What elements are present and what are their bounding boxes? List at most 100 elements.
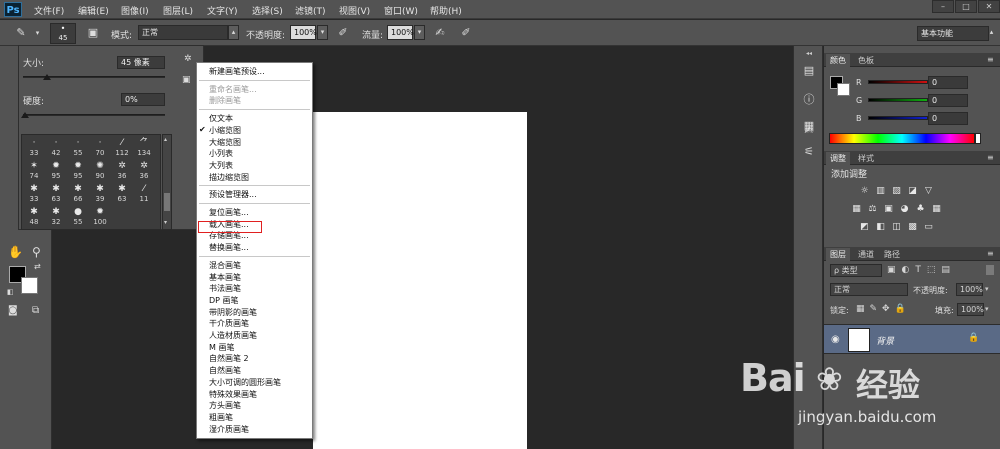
color-bg-swatch[interactable] bbox=[837, 83, 850, 96]
adjustment-icon[interactable]: ▨ bbox=[890, 186, 903, 197]
tab-swatches[interactable]: 色板 bbox=[854, 54, 878, 67]
brush-preset-item[interactable]: ✱ 66 bbox=[68, 183, 88, 205]
menu-item[interactable]: 重命名画笔... bbox=[209, 84, 257, 95]
panel-menu-icon[interactable]: ≡ bbox=[987, 153, 994, 162]
brush-tool-icon[interactable]: ✎ bbox=[12, 24, 30, 42]
brush-preset-item[interactable]: ✹ 100 bbox=[90, 206, 110, 228]
airbrush-icon[interactable]: ✍ bbox=[431, 24, 449, 42]
brush-preset-picker[interactable]: • 45 bbox=[50, 23, 76, 44]
tab-layers[interactable]: 图层 bbox=[826, 248, 850, 261]
menu-item[interactable]: M 画笔 bbox=[209, 342, 234, 353]
history-panel-icon[interactable]: ▤ bbox=[801, 64, 817, 78]
menu-window[interactable]: 窗口(W) bbox=[384, 4, 418, 17]
info-panel-icon[interactable]: ⓘ bbox=[801, 93, 817, 107]
brush-preset-item[interactable]: · 55 bbox=[68, 137, 88, 159]
clone-source-panel-icon[interactable]: ⚟ bbox=[801, 145, 817, 159]
hardness-input[interactable]: 0% bbox=[121, 93, 165, 106]
tab-styles[interactable]: 样式 bbox=[854, 152, 878, 165]
fill-input[interactable]: 100% bbox=[957, 303, 984, 316]
adjustment-icon[interactable]: ◧ bbox=[874, 222, 887, 233]
filter-toggle[interactable] bbox=[986, 265, 994, 275]
brush-preset-item[interactable]: ✶ 74 bbox=[24, 160, 44, 182]
new-preset-icon[interactable]: ▣ bbox=[182, 75, 191, 85]
adjustment-icon[interactable]: ▥ bbox=[874, 186, 887, 197]
brush-panel-toggle-icon[interactable]: ▣ bbox=[84, 24, 102, 42]
adjustment-icon[interactable]: ▦ bbox=[930, 204, 943, 215]
adjustment-icon[interactable]: ▦ bbox=[850, 204, 863, 215]
gear-icon[interactable]: ✲ bbox=[184, 54, 192, 64]
menu-item[interactable]: 书法画笔 bbox=[209, 283, 241, 294]
default-colors-icon[interactable]: ◧ bbox=[7, 288, 14, 296]
background-color-swatch[interactable] bbox=[21, 277, 38, 294]
menu-item[interactable]: 小列表 bbox=[209, 148, 233, 159]
brush-preset-item[interactable]: ✱ 33 bbox=[24, 183, 44, 205]
brush-preset-item[interactable]: ✺ 90 bbox=[90, 160, 110, 182]
hardness-slider-thumb[interactable] bbox=[21, 112, 29, 118]
menu-item[interactable]: 小缩览图 bbox=[209, 125, 241, 136]
menu-item[interactable]: 带阴影的画笔 bbox=[209, 307, 257, 318]
brush-preset-item[interactable]: ✹ 95 bbox=[46, 160, 66, 182]
menu-item[interactable]: DP 画笔 bbox=[209, 295, 239, 306]
brush-preset-item[interactable]: · 70 bbox=[90, 137, 110, 159]
adjustment-icon[interactable]: ▣ bbox=[882, 204, 895, 215]
menu-item[interactable]: 湿介质画笔 bbox=[209, 424, 249, 435]
chevron-down-icon[interactable]: ▾ bbox=[985, 305, 989, 313]
flow-dropdown-icon[interactable]: ▾ bbox=[414, 25, 425, 40]
menu-item[interactable]: 大缩览图 bbox=[209, 137, 241, 148]
channel-value-input[interactable]: 0 bbox=[928, 112, 968, 125]
adjustment-icon[interactable]: ◫ bbox=[890, 222, 903, 233]
chevron-down-icon[interactable]: ▾ bbox=[985, 285, 989, 293]
menu-item[interactable]: 仅文本 bbox=[209, 113, 233, 124]
chevron-down-icon[interactable]: ▾ bbox=[32, 27, 43, 42]
layer-row-background[interactable]: ◉ 背景 🔒 bbox=[824, 324, 1000, 354]
mode-select[interactable]: 正常 bbox=[138, 25, 228, 40]
adjustment-icon[interactable]: ♣ bbox=[914, 204, 927, 215]
size-input[interactable]: 45 像素 bbox=[117, 56, 165, 69]
menu-item[interactable]: 自然画笔 bbox=[209, 365, 241, 376]
layer-kind-filter[interactable]: ρ 类型 bbox=[830, 264, 882, 277]
eye-icon[interactable]: ◉ bbox=[831, 334, 840, 345]
blend-mode-select[interactable]: 正常 bbox=[830, 283, 908, 296]
panel-menu-icon[interactable]: ≡ bbox=[987, 55, 994, 64]
menu-item[interactable]: 粗画笔 bbox=[209, 412, 233, 423]
tab-adjustments[interactable]: 调整 bbox=[826, 152, 850, 165]
channel-value-input[interactable]: 0 bbox=[928, 94, 968, 107]
menu-item[interactable]: 复位画笔... bbox=[209, 207, 249, 218]
menu-item[interactable]: 方头画笔 bbox=[209, 400, 241, 411]
opacity-input[interactable]: 100% bbox=[290, 25, 317, 40]
menu-view[interactable]: 视图(V) bbox=[339, 4, 370, 17]
adjustment-icon[interactable]: ◩ bbox=[858, 222, 871, 233]
brush-preset-item[interactable]: ✱ 63 bbox=[46, 183, 66, 205]
brush-preset-item[interactable]: ⁄ 112 bbox=[112, 137, 132, 159]
close-button[interactable]: ✕ bbox=[978, 0, 1000, 13]
brush-preset-item[interactable]: ✹ 95 bbox=[68, 160, 88, 182]
menu-item[interactable]: 大小可调的圆形画笔 bbox=[209, 377, 281, 388]
layer-filter-icons[interactable]: ▣◐T⬚▤ bbox=[887, 265, 956, 275]
adjustment-icon[interactable]: ⚖ bbox=[866, 204, 879, 215]
menu-item[interactable]: 干介质画笔 bbox=[209, 318, 249, 329]
menu-select[interactable]: 选择(S) bbox=[252, 4, 283, 17]
minimize-button[interactable]: – bbox=[932, 0, 954, 13]
tab-color[interactable]: 颜色 bbox=[826, 54, 850, 67]
channel-slider[interactable] bbox=[868, 98, 928, 102]
menu-item[interactable]: 描边缩览图 bbox=[209, 172, 249, 183]
menu-edit[interactable]: 编辑(E) bbox=[78, 4, 109, 17]
adjustment-icon[interactable]: ◪ bbox=[906, 186, 919, 197]
adjustment-icon[interactable]: ▩ bbox=[906, 222, 919, 233]
panel-menu-icon[interactable]: ≡ bbox=[987, 249, 994, 258]
maximize-button[interactable]: □ bbox=[955, 0, 977, 13]
adjustment-icon[interactable]: ▽ bbox=[922, 186, 935, 197]
brush-preset-item[interactable]: ✲ 36 bbox=[134, 160, 154, 182]
menu-item[interactable]: 替换画笔... bbox=[209, 242, 249, 253]
tab-channels[interactable]: 通道 bbox=[854, 248, 878, 261]
brush-panel-icon[interactable]: ✍ bbox=[801, 124, 817, 138]
brush-preset-item[interactable]: ● 55 bbox=[68, 206, 88, 228]
adjustment-icon[interactable]: ◕ bbox=[898, 204, 911, 215]
brush-grid-scrollbar[interactable]: ▴ ▾ bbox=[162, 134, 172, 230]
pressure-size-icon[interactable]: ✐ bbox=[457, 24, 475, 42]
channel-slider[interactable] bbox=[868, 80, 928, 84]
size-slider-thumb[interactable] bbox=[43, 74, 52, 80]
document-canvas[interactable] bbox=[313, 112, 527, 449]
menu-item[interactable]: 基本画笔 bbox=[209, 272, 241, 283]
flow-input[interactable]: 100% bbox=[387, 25, 414, 40]
